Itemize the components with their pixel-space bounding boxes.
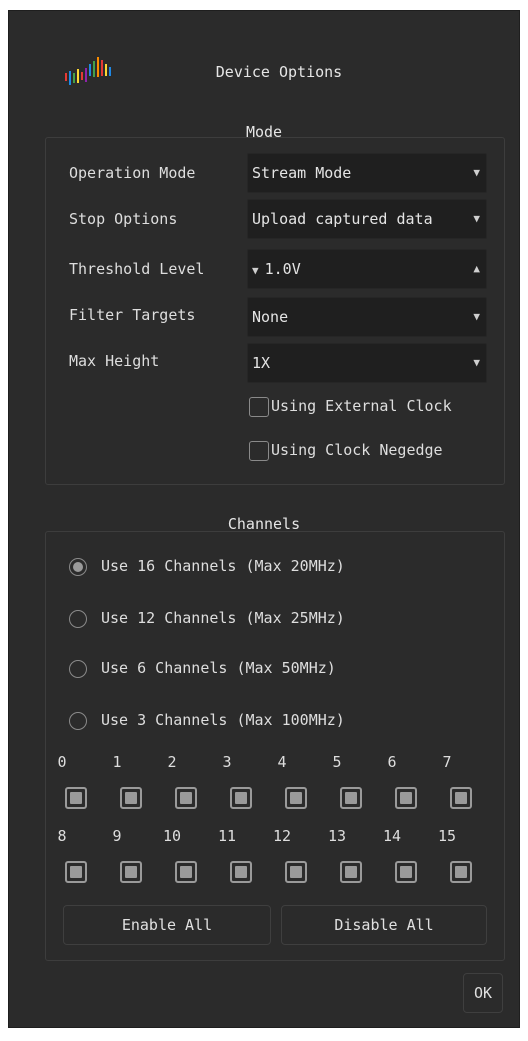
channel-number: 8 xyxy=(57,827,67,845)
radio-6-channels[interactable]: Use 6 Channels (Max 50MHz) xyxy=(69,653,336,683)
clock-negedge-label: Using Clock Negedge xyxy=(271,441,443,459)
channel-13-checkbox[interactable] xyxy=(340,861,362,883)
channel-number: 13 xyxy=(327,827,347,845)
radio-3-channels[interactable]: Use 3 Channels (Max 100MHz) xyxy=(69,705,345,735)
channel-number: 7 xyxy=(442,753,452,771)
channel-12-checkbox[interactable] xyxy=(285,861,307,883)
radio-12-label: Use 12 Channels (Max 25MHz) xyxy=(101,609,345,627)
radio-icon[interactable] xyxy=(69,659,87,678)
channel-7-checkbox[interactable] xyxy=(450,787,472,809)
channel-3-checkbox[interactable] xyxy=(230,787,252,809)
disable-all-button[interactable]: Disable All xyxy=(281,905,487,945)
operation-mode-value: Stream Mode xyxy=(252,164,352,182)
channel-number: 3 xyxy=(222,753,232,771)
channel-number: 1 xyxy=(112,753,122,771)
chevron-down-icon: ▼ xyxy=(473,212,480,225)
radio-3-label: Use 3 Channels (Max 100MHz) xyxy=(101,711,345,729)
checkbox-icon[interactable] xyxy=(249,440,269,461)
channel-15-checkbox[interactable] xyxy=(450,861,472,883)
stop-options-value: Upload captured data xyxy=(252,210,433,228)
radio-icon[interactable] xyxy=(69,711,87,730)
channel-10-checkbox[interactable] xyxy=(175,861,197,883)
device-options-dialog: Device Options Mode Operation Mode Strea… xyxy=(8,10,520,1028)
channel-2-checkbox[interactable] xyxy=(175,787,197,809)
channel-number: 0 xyxy=(57,753,67,771)
max-height-select[interactable]: 1X ▼ xyxy=(247,343,487,383)
channels-group xyxy=(45,531,505,961)
radio-12-channels[interactable]: Use 12 Channels (Max 25MHz) xyxy=(69,603,345,633)
radio-6-label: Use 6 Channels (Max 50MHz) xyxy=(101,659,336,677)
operation-mode-label: Operation Mode xyxy=(69,164,196,182)
channel-number: 11 xyxy=(217,827,237,845)
filter-targets-label: Filter Targets xyxy=(69,306,196,324)
channel-5-checkbox[interactable] xyxy=(340,787,362,809)
external-clock-checkbox[interactable]: Using External Clock xyxy=(249,393,452,419)
spin-down-icon[interactable]: ▼ xyxy=(252,264,259,277)
stop-options-select[interactable]: Upload captured data ▼ xyxy=(247,199,487,239)
filter-targets-value: None xyxy=(252,308,289,326)
channel-14-checkbox[interactable] xyxy=(395,861,417,883)
radio-icon[interactable] xyxy=(69,609,87,628)
channel-0-checkbox[interactable] xyxy=(65,787,87,809)
channel-number: 10 xyxy=(162,827,182,845)
channel-number: 2 xyxy=(167,753,177,771)
radio-16-label: Use 16 Channels (Max 20MHz) xyxy=(101,557,345,575)
max-height-label: Max Height xyxy=(69,352,160,370)
radio-selected-icon[interactable] xyxy=(69,557,87,576)
max-height-value: 1X xyxy=(252,354,271,372)
checkbox-icon[interactable] xyxy=(249,396,269,417)
mode-group-title: Mode xyxy=(245,123,283,141)
threshold-level-label: Threshold Level xyxy=(69,260,205,278)
channel-11-checkbox[interactable] xyxy=(230,861,252,883)
channel-number: 6 xyxy=(387,753,397,771)
threshold-level-value: 1.0V xyxy=(264,260,301,278)
chevron-down-icon: ▼ xyxy=(473,310,480,323)
external-clock-label: Using External Clock xyxy=(271,397,452,415)
ok-button[interactable]: OK xyxy=(463,973,503,1013)
channel-number: 15 xyxy=(437,827,457,845)
channel-number: 12 xyxy=(272,827,292,845)
threshold-level-spinbox[interactable]: ▼ 1.0V ▲ xyxy=(247,249,487,289)
spin-up-icon[interactable]: ▲ xyxy=(473,250,480,288)
enable-all-button[interactable]: Enable All xyxy=(63,905,271,945)
channel-1-checkbox[interactable] xyxy=(120,787,142,809)
stop-options-label: Stop Options xyxy=(69,210,178,228)
radio-16-channels[interactable]: Use 16 Channels (Max 20MHz) xyxy=(69,551,345,581)
chevron-down-icon: ▼ xyxy=(473,166,480,179)
channel-4-checkbox[interactable] xyxy=(285,787,307,809)
channel-6-checkbox[interactable] xyxy=(395,787,417,809)
channel-9-checkbox[interactable] xyxy=(120,861,142,883)
clock-negedge-checkbox[interactable]: Using Clock Negedge xyxy=(249,437,443,463)
operation-mode-select[interactable]: Stream Mode ▼ xyxy=(247,153,487,193)
channel-number: 5 xyxy=(332,753,342,771)
chevron-down-icon: ▼ xyxy=(473,356,480,369)
channel-number: 14 xyxy=(382,827,402,845)
channels-group-title: Channels xyxy=(227,515,301,533)
channel-number: 9 xyxy=(112,827,122,845)
channel-number: 4 xyxy=(277,753,287,771)
channel-8-checkbox[interactable] xyxy=(65,861,87,883)
filter-targets-select[interactable]: None ▼ xyxy=(247,297,487,337)
dialog-header: Device Options xyxy=(9,11,519,131)
dialog-title: Device Options xyxy=(215,63,343,81)
